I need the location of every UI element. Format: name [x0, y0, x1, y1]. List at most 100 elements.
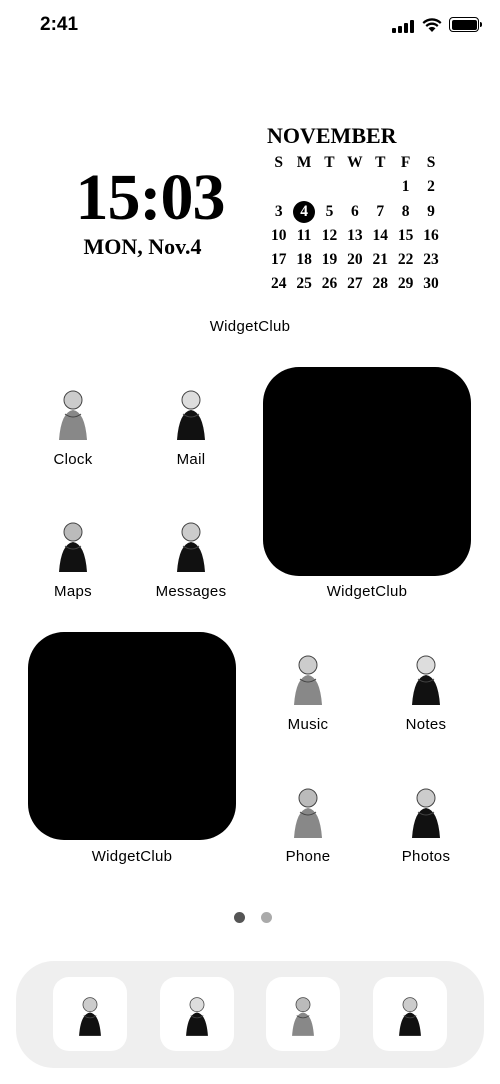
calendar-today: 4	[293, 200, 316, 223]
calendar-day-number: 13	[347, 226, 363, 244]
calendar-day-number: 10	[270, 226, 287, 244]
mail-app-icon[interactable]	[159, 380, 223, 444]
dock-app-icon[interactable]	[266, 977, 340, 1051]
calendar-grid: S M T W T F S 1 2 3 4 5 6 7 8 9 10 11 12 13 14 15 16 17 18 19 20 21…	[266, 151, 444, 297]
illustration-girl-2-icon	[160, 977, 234, 1051]
messages-app-label[interactable]: Messages	[131, 583, 251, 600]
weekday-label: T	[375, 154, 386, 171]
calendar-day: 25	[291, 272, 316, 296]
calendar-day	[342, 175, 367, 199]
calendar-month: NOVEMBER	[267, 123, 397, 148]
illustration-girl-1-icon	[53, 977, 127, 1051]
calendar-day: 14	[368, 224, 393, 248]
calendar-day-number: 5	[325, 202, 334, 220]
calendar-day-number: 20	[347, 251, 363, 269]
dock-app-icon[interactable]	[373, 977, 447, 1051]
calendar-day-number: 16	[423, 226, 439, 244]
calendar-day: 15	[393, 224, 418, 248]
widgetclub-widget[interactable]	[28, 632, 236, 840]
calendar-day	[368, 175, 393, 199]
calendar-day: 29	[393, 272, 418, 296]
signal-icon	[392, 20, 414, 33]
clock-app-icon[interactable]	[41, 380, 105, 444]
status-time: 2:41	[40, 14, 79, 35]
calendar-day: 28	[368, 272, 393, 296]
calendar-day-number: 9	[427, 202, 435, 220]
calendar-day: 17	[266, 248, 291, 272]
weekday-label: T	[324, 154, 335, 171]
weekday-label: S	[274, 154, 283, 171]
calendar-day-number: 24	[270, 275, 287, 293]
messages-app-icon[interactable]	[159, 512, 223, 576]
calendar-day: 19	[317, 248, 342, 272]
calendar-day-number: 18	[296, 251, 312, 269]
calendar-day-number: 15	[397, 226, 414, 244]
calendar-day: 4	[291, 200, 316, 224]
calendar-day: 3	[266, 200, 291, 224]
weekday-label: M	[296, 154, 312, 171]
page-dot[interactable]	[261, 912, 272, 923]
widget-label[interactable]: WidgetClub	[307, 583, 427, 600]
calendar-day: 10	[266, 224, 291, 248]
calendar-day: 5	[317, 200, 342, 224]
calendar-day-number: 1	[401, 178, 410, 196]
notes-app-icon[interactable]	[394, 645, 458, 709]
illustration-girl-4-icon	[373, 977, 447, 1051]
calendar-day: 24	[266, 272, 291, 296]
calendar-day	[317, 175, 342, 199]
calendar-day: 9	[418, 200, 443, 224]
calendar-day: 21	[368, 248, 393, 272]
calendar-day: 20	[342, 248, 367, 272]
phone-app-label[interactable]: Phone	[248, 848, 368, 865]
calendar-day-number: 30	[423, 275, 439, 293]
calendar-day: 11	[291, 224, 316, 248]
weekday-label: S	[426, 154, 436, 171]
calendar-day-number: 23	[423, 251, 439, 269]
clock-widget-time: 15:03	[75, 161, 226, 234]
calendar-day: 13	[342, 224, 367, 248]
calendar-day-number: 7	[376, 202, 385, 220]
calendar-day: 8	[393, 200, 418, 224]
dock-app-icon[interactable]	[160, 977, 234, 1051]
illustration-girl-3-icon	[266, 977, 340, 1051]
widget-label[interactable]: WidgetClub	[190, 318, 310, 335]
calendar-day: 12	[317, 224, 342, 248]
maps-app-label[interactable]: Maps	[13, 583, 133, 600]
music-app-icon[interactable]	[276, 645, 340, 709]
calendar-day: 26	[317, 272, 342, 296]
weekday-label: W	[347, 154, 363, 171]
clock-widget-date: MON, Nov.4	[83, 234, 202, 259]
photos-app-icon[interactable]	[394, 778, 458, 842]
music-app-label[interactable]: Music	[248, 716, 368, 733]
calendar-day-number: 17	[270, 251, 287, 269]
calendar-day-number: 29	[397, 275, 414, 293]
calendar-day-number: 12	[321, 226, 338, 244]
calendar-day: 6	[342, 200, 367, 224]
calendar-day-number: 2	[427, 178, 435, 196]
calendar-day-number: 25	[296, 275, 312, 293]
calendar-day-number: 22	[397, 251, 414, 269]
mail-app-label[interactable]: Mail	[131, 451, 251, 468]
calendar-day-number: 28	[372, 275, 389, 293]
clock-app-label[interactable]: Clock	[13, 451, 133, 468]
calendar-day: 18	[291, 248, 316, 272]
photos-app-label[interactable]: Photos	[366, 848, 486, 865]
calendar-day-number: 21	[372, 251, 389, 269]
calendar-day-number: 26	[321, 275, 338, 293]
calendar-day-number: 8	[401, 202, 410, 220]
calendar-day: 30	[418, 272, 443, 296]
phone-app-icon[interactable]	[276, 778, 340, 842]
widget-label[interactable]: WidgetClub	[72, 848, 192, 865]
calendar-day-number: 11	[296, 226, 312, 244]
notes-app-label[interactable]: Notes	[366, 716, 486, 733]
page-dot-active[interactable]	[234, 912, 245, 923]
calendar-day	[291, 175, 316, 199]
calendar-day: 27	[342, 272, 367, 296]
calendar-day-number: 6	[350, 202, 359, 220]
battery-icon	[449, 17, 482, 32]
maps-app-icon[interactable]	[41, 512, 105, 576]
calendar-day-number: 3	[274, 202, 283, 220]
widgetclub-widget[interactable]	[263, 367, 471, 576]
calendar-day	[266, 175, 291, 199]
dock-app-icon[interactable]	[53, 977, 127, 1051]
